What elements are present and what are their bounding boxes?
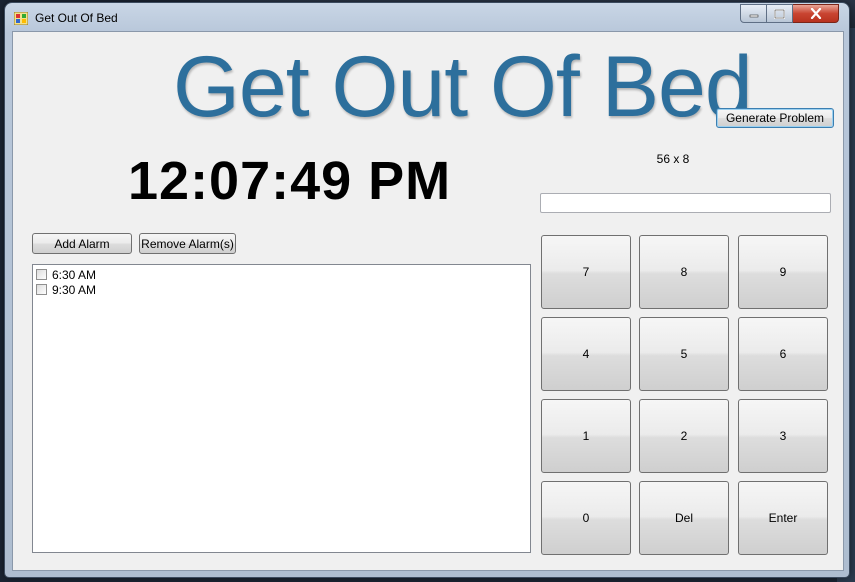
alarm-list-item[interactable]: 9:30 AM <box>36 282 96 297</box>
client-area: Get Out Of Bed Generate Problem 12:07:49… <box>12 31 844 571</box>
remove-alarms-button[interactable]: Remove Alarm(s) <box>139 233 236 254</box>
title-bar[interactable]: Get Out Of Bed <box>5 3 849 33</box>
alarm-time-label: 6:30 AM <box>52 267 97 282</box>
alarm-list[interactable]: 6:30 AM 9:30 AM <box>32 264 531 553</box>
alarm-checkbox[interactable] <box>36 284 47 295</box>
alarm-checkbox[interactable] <box>36 269 47 280</box>
app-header-title: Get Out Of Bed <box>173 39 753 135</box>
minimize-button[interactable] <box>740 4 767 23</box>
keypad-key-9[interactable]: 9 <box>738 235 828 309</box>
generate-problem-button[interactable]: Generate Problem <box>716 108 834 128</box>
keypad-key-6[interactable]: 6 <box>738 317 828 391</box>
alarm-list-item[interactable]: 6:30 AM <box>36 267 96 282</box>
minimize-icon <box>749 14 758 17</box>
keypad-enter-key[interactable]: Enter <box>738 481 828 555</box>
app-icon <box>14 12 28 25</box>
add-alarm-button[interactable]: Add Alarm <box>32 233 132 254</box>
maximize-icon <box>774 8 785 19</box>
keypad-delete-key[interactable]: Del <box>639 481 729 555</box>
window-title: Get Out Of Bed <box>35 11 118 25</box>
problem-label: 56 x 8 <box>656 152 690 166</box>
keypad-key-7[interactable]: 7 <box>541 235 631 309</box>
app-window: Get Out Of Bed Get Out Of Bed Generate P… <box>5 3 849 577</box>
close-button[interactable] <box>793 4 839 23</box>
answer-input[interactable] <box>540 193 831 213</box>
clock-display: 12:07:49 PM <box>128 151 452 211</box>
keypad-key-1[interactable]: 1 <box>541 399 631 473</box>
close-icon <box>810 8 821 19</box>
maximize-button[interactable] <box>767 4 793 23</box>
keypad-key-8[interactable]: 8 <box>639 235 729 309</box>
keypad-key-0[interactable]: 0 <box>541 481 631 555</box>
keypad-key-3[interactable]: 3 <box>738 399 828 473</box>
keypad-key-2[interactable]: 2 <box>639 399 729 473</box>
keypad-key-5[interactable]: 5 <box>639 317 729 391</box>
alarm-time-label: 9:30 AM <box>52 282 97 297</box>
keypad-key-4[interactable]: 4 <box>541 317 631 391</box>
